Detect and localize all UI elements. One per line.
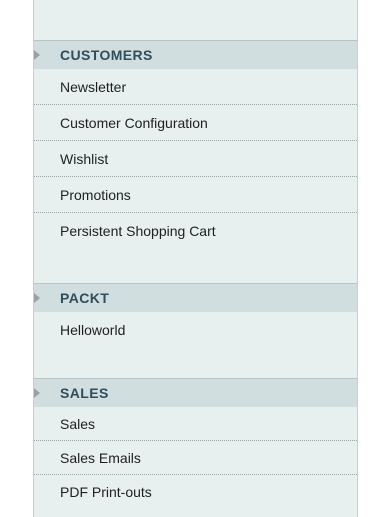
section-header-sales[interactable]: SALES: [34, 378, 357, 407]
nav-item-promotions[interactable]: Promotions: [34, 177, 357, 213]
nav-item-label: Helloworld: [60, 322, 126, 338]
nav-item-label: PDF Print-outs: [60, 484, 152, 500]
nav-item-label: Persistent Shopping Cart: [60, 223, 216, 239]
section-title: CUSTOMERS: [60, 47, 153, 63]
nav-item-persistent-shopping-cart[interactable]: Persistent Shopping Cart: [34, 213, 357, 249]
nav-item-label: Customer Configuration: [60, 114, 208, 131]
nav-item-label: Newsletter: [60, 78, 127, 95]
nav-item-wishlist[interactable]: Wishlist: [34, 141, 357, 177]
nav-item-label: Sales Emails: [60, 449, 141, 466]
config-navigation-panel: CUSTOMERS Newsletter Customer Configurat…: [33, 0, 358, 517]
nav-item-sales[interactable]: Sales: [34, 407, 357, 441]
section-title: SALES: [60, 385, 109, 401]
nav-item-newsletter[interactable]: Newsletter: [34, 69, 357, 105]
section-sales: SALES Sales Sales Emails PDF Print-outs: [34, 378, 357, 509]
triangle-right-icon: [34, 50, 40, 60]
section-customers: CUSTOMERS Newsletter Customer Configurat…: [34, 40, 357, 249]
section-title: PACKT: [60, 290, 110, 306]
triangle-right-icon: [34, 388, 40, 398]
nav-item-customer-configuration[interactable]: Customer Configuration: [34, 105, 357, 141]
section-packt: PACKT Helloworld: [34, 283, 357, 348]
nav-item-label: Sales: [60, 415, 96, 432]
nav-item-label: Promotions: [60, 186, 131, 203]
section-header-customers[interactable]: CUSTOMERS: [34, 40, 357, 69]
section-header-packt[interactable]: PACKT: [34, 283, 357, 312]
nav-item-pdf-print-outs[interactable]: PDF Print-outs: [34, 475, 357, 509]
nav-item-helloworld[interactable]: Helloworld: [34, 312, 357, 348]
nav-item-sales-emails[interactable]: Sales Emails: [34, 441, 357, 475]
triangle-right-icon: [34, 293, 40, 303]
nav-item-label: Wishlist: [60, 150, 109, 167]
